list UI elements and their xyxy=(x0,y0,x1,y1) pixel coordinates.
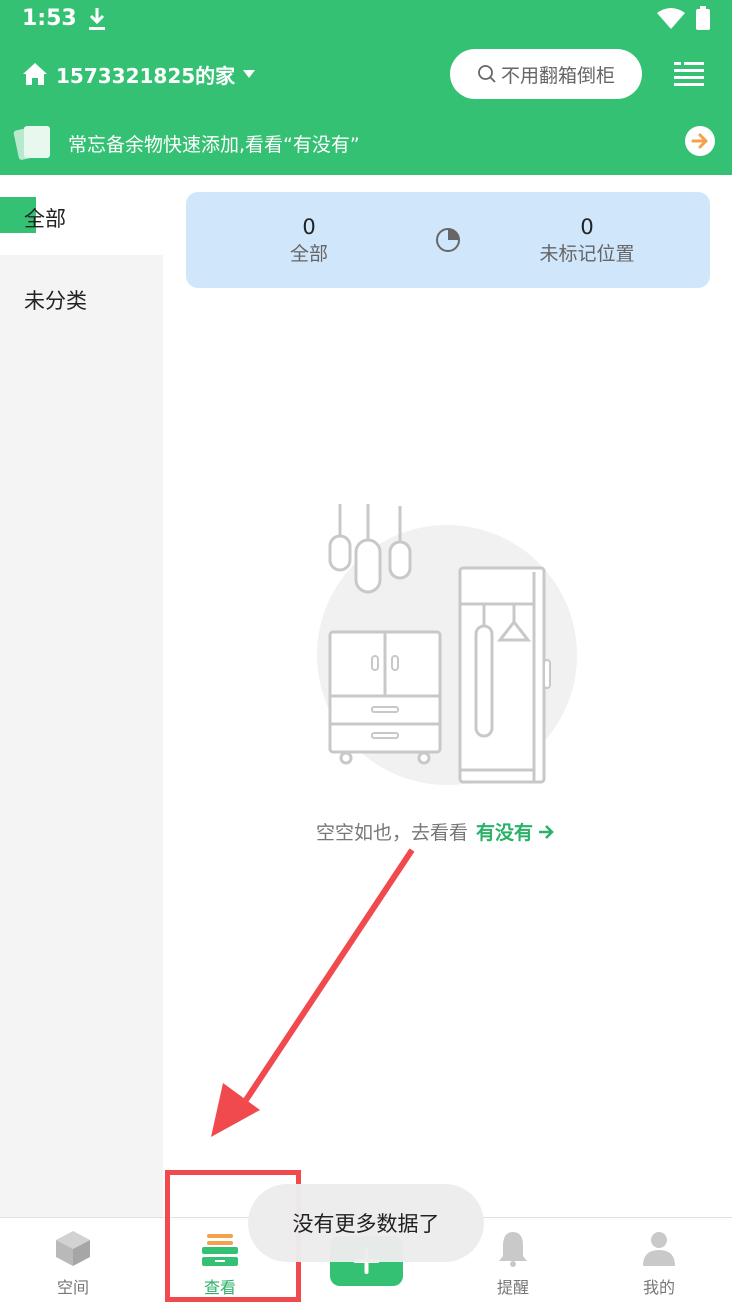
search-placeholder: 不用翻箱倒柜 xyxy=(500,64,615,87)
sidebar-item-uncategorized[interactable]: 未分类 xyxy=(0,257,163,337)
stat-all-value: 0 xyxy=(302,215,316,239)
sidebar-item-label: 全部 xyxy=(24,207,66,231)
list-menu-icon[interactable] xyxy=(674,60,704,88)
person-icon xyxy=(643,1232,675,1266)
status-bar: 1:53 xyxy=(0,0,732,40)
banner-go-button[interactable] xyxy=(685,126,715,156)
empty-state-link-label: 有没有 xyxy=(476,822,534,844)
box-icon xyxy=(56,1231,90,1266)
sidebar-item-all[interactable]: 全部 xyxy=(0,175,163,255)
home-selector[interactable]: 1573321825的家 xyxy=(22,58,256,90)
stats-card: 0 全部 0 未标记位置 xyxy=(186,192,710,288)
search-box[interactable]: 不用翻箱倒柜 xyxy=(450,49,642,99)
stat-unmarked-label: 未标记位置 xyxy=(539,243,635,265)
battery-icon xyxy=(696,6,710,30)
empty-state-link[interactable]: 有没有 xyxy=(476,818,555,845)
stat-unmarked-value: 0 xyxy=(580,215,594,239)
toast-message: 没有更多数据了 xyxy=(248,1184,484,1262)
empty-state-text: 空空如也，去看看 xyxy=(316,822,469,844)
cards-icon xyxy=(13,126,50,160)
wifi-icon xyxy=(657,8,685,29)
nav-label: 提醒 xyxy=(496,1278,529,1297)
stat-all[interactable]: 0 全部 xyxy=(254,214,364,268)
toast-text: 没有更多数据了 xyxy=(292,1212,440,1236)
arrow-right-icon xyxy=(691,133,708,149)
stat-unmarked[interactable]: 0 未标记位置 xyxy=(516,214,658,268)
bell-icon xyxy=(499,1232,527,1267)
home-title: 1573321825的家 xyxy=(56,63,236,88)
nav-label: 空间 xyxy=(56,1278,89,1297)
arrow-right-icon xyxy=(539,824,554,839)
nav-label: 我的 xyxy=(642,1278,675,1297)
download-icon xyxy=(89,8,105,30)
caret-down-icon xyxy=(243,70,256,78)
status-time: 1:53 xyxy=(22,6,77,31)
stat-all-label: 全部 xyxy=(289,243,328,265)
banner-text: 常忘备余物快速添加,看看“有没有” xyxy=(68,134,360,156)
nav-item-space[interactable]: 空间 xyxy=(13,1228,133,1298)
nav-item-mine[interactable]: 我的 xyxy=(599,1228,719,1298)
empty-state-message: 空空如也，去看看 有没有 xyxy=(316,818,555,845)
empty-furniture-illustration xyxy=(317,504,577,785)
sidebar-item-label: 未分类 xyxy=(24,289,87,313)
tip-banner[interactable]: 常忘备余物快速添加,看看“有没有” xyxy=(0,115,732,171)
home-icon xyxy=(23,63,47,85)
pie-chart-icon[interactable] xyxy=(434,226,462,254)
category-sidebar: 全部 未分类 xyxy=(0,175,163,1217)
search-icon xyxy=(478,65,496,83)
